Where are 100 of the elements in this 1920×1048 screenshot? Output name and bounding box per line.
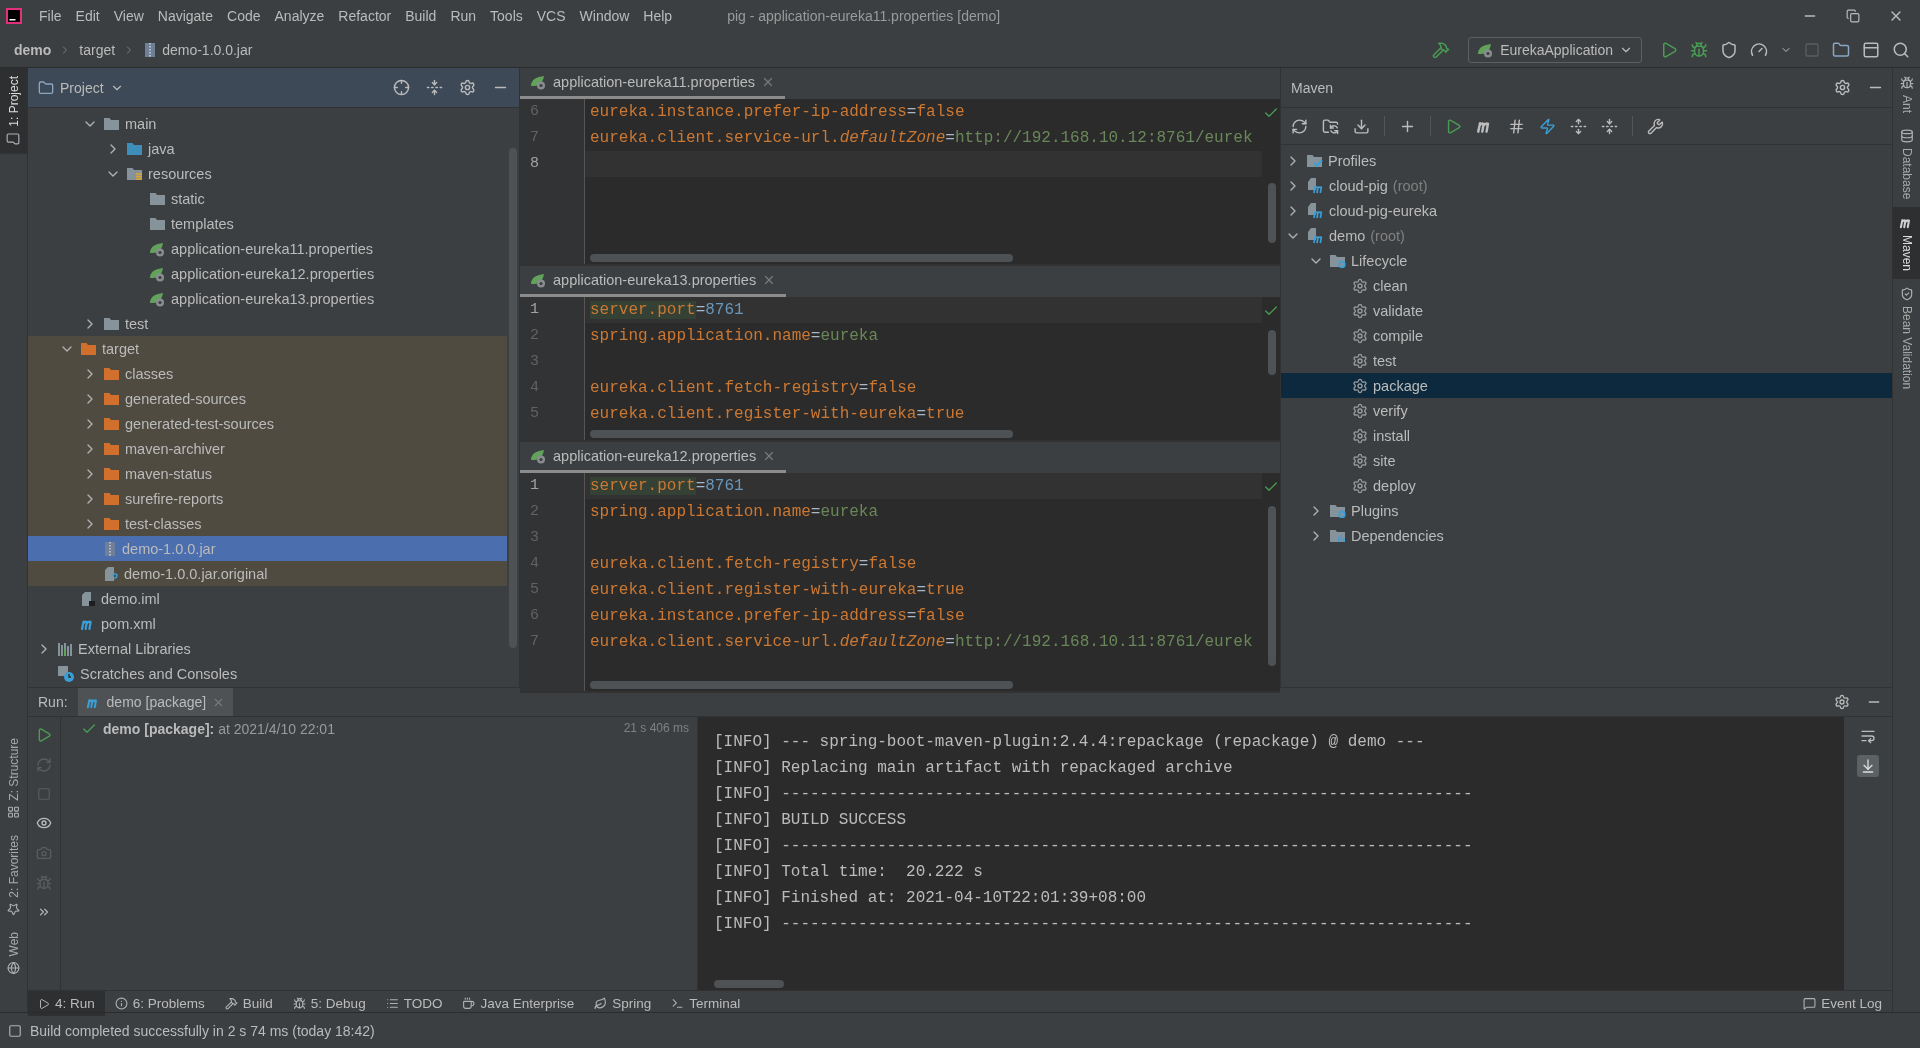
tree-item[interactable]: site [1281,448,1894,473]
tool-window-button[interactable]: Java Enterprise [452,991,585,1016]
menu-item[interactable]: VCS [529,3,573,29]
tool-window-button[interactable]: Spring [584,991,662,1016]
eye-icon[interactable] [36,815,52,831]
tree-item[interactable]: compile [1281,323,1894,348]
restore-icon[interactable] [1846,9,1860,23]
tool-window-tab[interactable]: Z: Structure [0,730,27,827]
tree-item[interactable]: application-eureka12.properties [28,261,507,286]
menu-item[interactable]: View [106,3,151,29]
menu-item[interactable]: Navigate [150,3,221,29]
tree-item[interactable]: generated-sources [28,386,507,411]
menu-item[interactable]: Window [572,3,637,29]
tree-item[interactable]: clean [1281,273,1894,298]
tree-item[interactable]: verify [1281,398,1894,423]
run-tab[interactable]: demo [package] [77,688,234,716]
menu-item[interactable]: File [32,3,69,29]
tree-item[interactable]: cloud-pig-eureka [1281,198,1894,223]
tree-item[interactable]: application-eureka13.properties [28,286,507,311]
horizontal-scrollbar-thumb[interactable] [714,980,784,988]
tree-item[interactable]: demo-1.0.0.jar.original [28,561,507,586]
tool-window-button[interactable]: TODO [375,991,453,1016]
wrench-icon[interactable] [1647,117,1664,135]
scrollbar-thumb[interactable] [1268,183,1276,243]
offline-icon[interactable] [1508,117,1525,135]
tree-item[interactable]: static [28,186,507,211]
horizontal-scrollbar-thumb[interactable] [590,681,1013,689]
run-icon[interactable] [36,727,52,743]
run-icon[interactable] [1445,117,1462,135]
tree-item[interactable]: target [28,336,507,361]
scrollbar-thumb[interactable] [1268,330,1276,375]
tree-item[interactable]: install [1281,423,1894,448]
menu-item[interactable]: Help [636,3,680,29]
expand-all-icon[interactable] [1570,117,1587,135]
tree-item[interactable]: Plugins [1281,498,1894,523]
tool-window-button[interactable]: Build [214,991,283,1016]
layout-icon[interactable] [1862,40,1880,59]
collapse-all-icon[interactable] [1601,117,1618,135]
tool-window-tab[interactable]: Web [0,923,27,982]
horizontal-scrollbar-thumb[interactable] [590,430,1013,438]
tree-item[interactable]: generated-test-sources [28,411,507,436]
tool-window-tab[interactable]: Maven [1893,207,1920,280]
tool-window-tab[interactable]: 1: Project [0,68,27,154]
tree-item[interactable]: templates [28,211,507,236]
breadcrumb[interactable]: demo [12,41,54,58]
tree-item[interactable]: maven-archiver [28,436,507,461]
tree-item[interactable]: test [1281,348,1894,373]
tree-item[interactable]: package [1281,373,1894,398]
lightning-icon[interactable] [1539,117,1556,135]
collapse-all-icon[interactable] [426,79,443,96]
profiler-icon[interactable] [1750,40,1768,59]
menu-item[interactable]: Edit [68,3,107,29]
coverage-icon[interactable] [1720,40,1738,59]
menu-item[interactable]: Run [443,3,484,29]
tree-item[interactable]: External Libraries [28,636,507,661]
tool-window-button[interactable]: 5: Debug [282,991,376,1016]
menu-item[interactable]: Analyze [267,3,332,29]
menu-item[interactable]: Code [220,3,268,29]
tool-window-tab[interactable]: Ant [1893,68,1920,121]
locate-icon[interactable] [393,79,410,96]
folder-icon[interactable] [1832,40,1850,59]
run-configuration-dropdown[interactable]: EurekaApplication [1468,36,1642,63]
project-view-dropdown[interactable]: Project [38,79,124,96]
tree-item[interactable]: java [28,136,507,161]
run-tree-label[interactable]: demo [package]: at 2021/4/10 22:01 [103,721,335,737]
settings-icon[interactable] [1834,694,1850,710]
download-icon[interactable] [1353,117,1370,135]
tree-item[interactable]: demo (root) [1281,223,1894,248]
debug-icon[interactable] [1690,40,1708,59]
menu-item[interactable]: Refactor [331,3,399,29]
tree-item[interactable]: Lifecycle [1281,248,1894,273]
tree-item[interactable]: resources [28,161,507,186]
tree-item[interactable]: test [28,311,507,336]
tree-item[interactable]: test-classes [28,511,507,536]
tool-window-tab[interactable]: 2: Favorites [0,826,27,924]
tree-item[interactable]: validate [1281,298,1894,323]
run-icon[interactable] [1660,40,1678,59]
hammer-icon[interactable] [1432,40,1451,59]
tree-item[interactable]: Scratches and Consoles [28,661,507,686]
scroll-to-end-button[interactable] [1857,755,1879,777]
reload-icon[interactable] [1291,117,1308,135]
tool-window-button[interactable]: 6: Problems [104,991,215,1016]
tool-window-button[interactable]: Terminal [661,991,751,1016]
folder-sync-icon[interactable] [1322,117,1339,135]
settings-icon[interactable] [459,79,476,96]
menu-item[interactable]: Tools [483,3,530,29]
tree-item[interactable]: classes [28,361,507,386]
breadcrumb[interactable]: target [77,41,118,58]
tree-item[interactable]: maven-status [28,461,507,486]
more-icon[interactable] [37,905,51,919]
event-log-button[interactable]: Event Log [1793,991,1892,1016]
search-icon[interactable] [1892,40,1910,59]
tree-item[interactable]: Dependencies [1281,523,1894,548]
scrollbar-thumb[interactable] [1268,506,1276,666]
breadcrumb[interactable]: demo-1.0.0.jar [141,41,255,58]
tree-item[interactable]: demo.iml [28,586,507,611]
tree-item[interactable]: pom.xml [28,611,507,636]
tool-window-button[interactable]: 4: Run [28,991,105,1016]
tool-window-tab[interactable]: Bean Validation [1893,279,1920,398]
tree-item[interactable]: application-eureka11.properties [28,236,507,261]
